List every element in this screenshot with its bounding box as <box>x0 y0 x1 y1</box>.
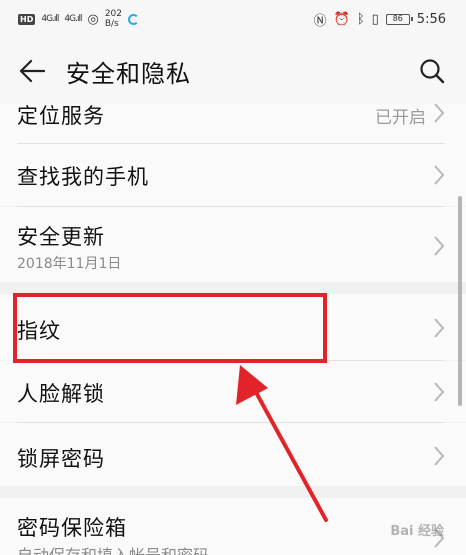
list-item-label: 指纹 <box>17 319 61 343</box>
list-item-lock-screen-password[interactable]: 锁屏密码 <box>0 423 466 486</box>
list-item-fingerprint[interactable]: 指纹 <box>0 294 466 360</box>
page-title: 安全和隐私 <box>66 59 191 88</box>
section-gap <box>0 282 466 294</box>
list-item-face-unlock[interactable]: 人脸解锁 <box>0 361 466 422</box>
vibrate-icon: ▯ <box>371 11 379 27</box>
back-button[interactable] <box>8 47 56 95</box>
list-item-label: 密码保险箱 <box>17 516 127 540</box>
signal-icon-1: 4G.ıll <box>41 14 59 24</box>
search-button[interactable] <box>412 51 452 91</box>
loading-icon <box>128 13 139 25</box>
hotspot-icon: ◎ <box>87 11 99 27</box>
scrollbar[interactable] <box>458 196 462 406</box>
section-gap <box>0 486 466 498</box>
list-item-label: 安全更新 <box>17 225 105 249</box>
list-item-label: 锁屏密码 <box>17 447 105 471</box>
chevron-right-icon <box>434 528 445 548</box>
list-item-value: 已开启 <box>375 108 426 128</box>
settings-list: 定位服务 已开启 查找我的手机 安全更新 2018年11月1日 指纹 人脸解锁 <box>0 104 466 555</box>
list-item-subtitle: 2018年11月1日 <box>17 256 122 272</box>
chevron-right-icon <box>434 104 445 123</box>
list-item-password-vault[interactable]: 密码保险箱 自动保存和填入帐号和密码 <box>0 498 466 555</box>
list-item-security-update[interactable]: 安全更新 2018年11月1日 <box>0 207 466 282</box>
chevron-right-icon <box>434 382 445 402</box>
clock-time: 5:56 <box>416 11 446 27</box>
list-item-label: 定位服务 <box>17 104 105 128</box>
list-item-find-my-phone[interactable]: 查找我的手机 <box>0 144 466 206</box>
battery-icon: 86 <box>385 13 413 25</box>
hd-badge: HD <box>18 13 36 25</box>
chevron-right-icon <box>434 165 445 185</box>
list-item-subtitle: 自动保存和填入帐号和密码 <box>17 542 209 555</box>
chevron-right-icon <box>434 446 445 466</box>
chevron-right-icon <box>434 236 445 256</box>
bluetooth-icon: ᛒ <box>356 11 365 27</box>
back-arrow-icon <box>19 59 45 83</box>
nfc-icon: Ⓝ <box>313 13 327 29</box>
alarm-icon: ⏰ <box>333 11 350 27</box>
list-item-label: 查找我的手机 <box>17 165 149 189</box>
signal-icon-2: 4G.ıll <box>64 14 82 24</box>
title-bar: 安全和隐私 <box>0 38 466 104</box>
network-speed: 202 B/s <box>104 9 122 29</box>
search-icon <box>420 59 445 84</box>
chevron-right-icon <box>434 318 445 338</box>
list-item-location-service[interactable]: 定位服务 已开启 <box>0 104 466 144</box>
list-item-label: 人脸解锁 <box>17 382 105 406</box>
status-bar: HD 4G.ıll 4G.ıll ◎ 202 B/s Ⓝ ⏰ ᛒ ▯ 86 5:… <box>0 0 466 38</box>
